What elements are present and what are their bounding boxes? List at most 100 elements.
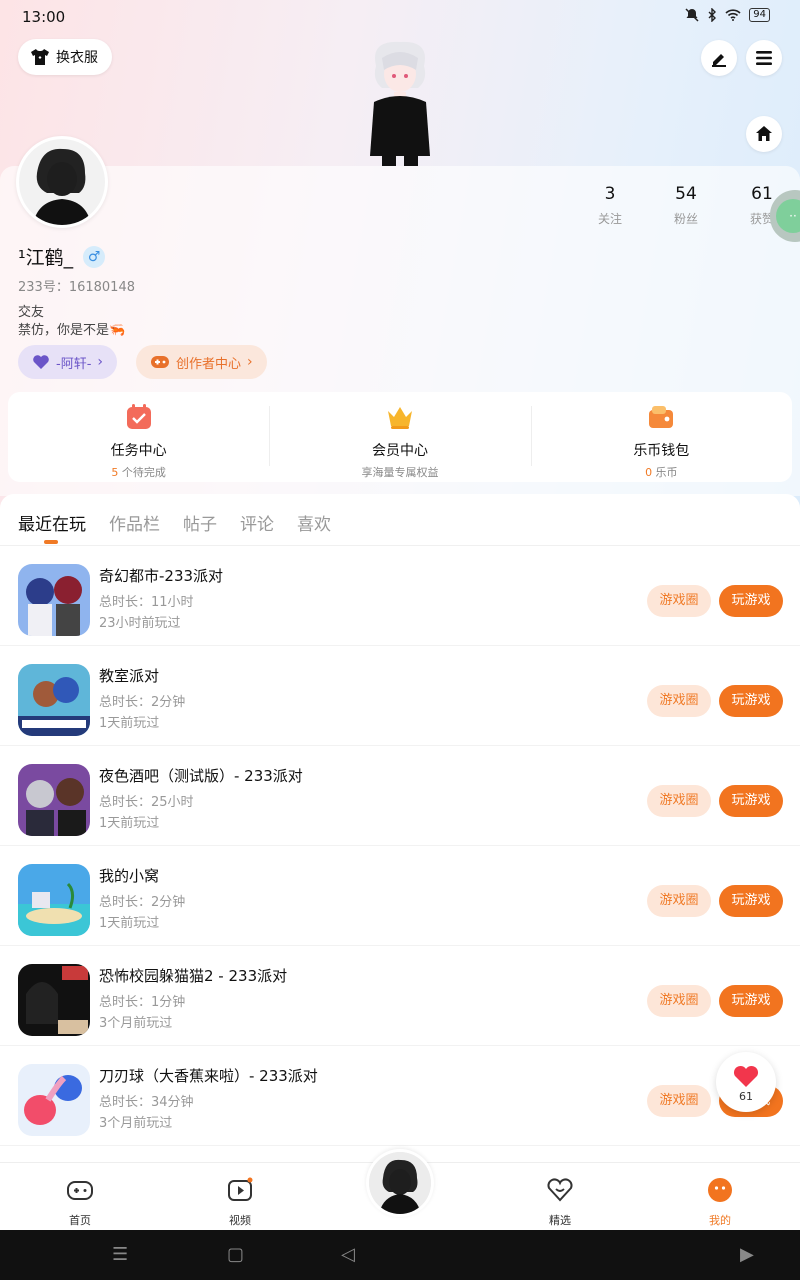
task-calendar-icon [126,404,151,429]
user-id: 233号：16180148 [18,280,135,295]
game-last-played: 1天前玩过 [99,816,160,831]
status-icons: 94 [685,8,770,22]
game-thumbnail [18,864,90,936]
crown-icon [387,407,412,429]
heart-diamond-icon [547,1178,573,1202]
nav-me-label: 我的 [709,1214,731,1227]
stat-following-value: 3 [604,184,616,204]
game-circle-button[interactable]: 游戏圈 [647,585,711,617]
creator-center-label: 创作者中心 [176,356,242,372]
play-game-button[interactable]: 玩游戏 [719,885,783,917]
game-thumbnail [18,664,90,736]
chevron-right-icon: › [97,354,103,370]
game-row[interactable]: 恐怖校园躲猫猫2 - 233派对 总时长：1分钟 3个月前玩过 游戏圈 玩游戏 [0,946,800,1046]
game-circle-button[interactable]: 游戏圈 [647,685,711,717]
heart-like-icon [733,1065,759,1087]
back-triangle-icon[interactable]: ◁ [341,1244,355,1265]
friend-tag-button[interactable]: -阿轩- › [18,345,117,379]
profile-stats: 3 关注 54 粉丝 61 获赞 [572,184,800,227]
coin-count: 0 [645,466,653,479]
game-title: 刀刃球（大香蕉来啦）- 233派对 [99,1067,318,1085]
system-navigation-bar: ☰ ▢ ◁ ▶ [0,1230,800,1280]
stat-fans-value: 54 [675,184,697,204]
game-thumbnail [18,564,90,636]
nav-me[interactable]: 我的 [680,1175,760,1228]
home-button[interactable] [746,116,782,152]
change-outfit-label: 换衣服 [56,50,98,66]
edit-profile-button[interactable] [701,40,737,76]
nav-video[interactable]: 视频 [200,1175,280,1228]
tab-posts[interactable]: 帖子 [183,510,217,535]
game-last-played: 3个月前玩过 [99,1016,173,1031]
tab-works[interactable]: 作品栏 [109,510,160,535]
stat-fans-label: 粉丝 [673,212,698,226]
game-row[interactable]: 我的小窝 总时长：2分钟 1天前玩过 游戏圈 玩游戏 [0,846,800,946]
game-duration: 总时长：2分钟 [99,895,186,910]
wallet-title: 乐币钱包 [633,443,690,459]
mute-bell-icon [685,8,699,22]
change-outfit-button[interactable]: 换衣服 [18,39,112,75]
nav-home-label: 首页 [69,1214,91,1227]
tab-likes[interactable]: 喜欢 [297,510,331,535]
game-last-played: 1天前玩过 [99,916,160,931]
game-row[interactable]: 奇幻都市-233派对 总时长：11小时 23小时前玩过 游戏圈 玩游戏 [0,546,800,646]
bio-line-1: 交友 [18,305,45,320]
game-title: 奇幻都市-233派对 [99,567,224,585]
like-count: 61 [739,1090,753,1103]
play-game-button[interactable]: 玩游戏 [719,585,783,617]
nav-avatar-center[interactable] [366,1149,434,1217]
member-center-title: 会员中心 [371,443,428,459]
play-game-button[interactable]: 玩游戏 [719,985,783,1017]
stat-fans[interactable]: 54 粉丝 [648,184,724,227]
tab-comments[interactable]: 评论 [240,510,274,535]
home-icon [756,126,772,141]
game-thumbnail [18,1064,90,1136]
menu-button[interactable] [746,40,782,76]
game-circle-button[interactable]: 游戏圈 [647,785,711,817]
home-square-icon[interactable]: ▢ [227,1244,244,1265]
bottom-navigation: 首页 视频 精选 我的 [0,1149,800,1230]
game-title: 我的小窝 [99,867,160,885]
game-duration: 总时长：11小时 [99,595,194,610]
wallet-sub: 0 乐币 [531,464,792,480]
game-circle-button[interactable]: 游戏圈 [647,885,711,917]
game-row[interactable]: 夜色酒吧（测试版）- 233派对 总时长：25小时 1天前玩过 游戏圈 玩游戏 [0,746,800,846]
game-thumbnail [18,964,90,1036]
game-last-played: 1天前玩过 [99,716,160,731]
wallet-button[interactable]: 乐币钱包 0 乐币 [530,392,792,482]
game-row[interactable]: 刀刃球（大香蕉来啦）- 233派对 总时长：34分钟 3个月前玩过 游戏圈 玩游… [0,1046,800,1146]
username-row: ¹江鹤_ ♂ [18,243,106,270]
game-thumbnail [18,764,90,836]
nav-video-label: 视频 [229,1214,251,1227]
task-center-button[interactable]: 任务中心 5 个待完成 [8,392,269,482]
status-time: 13:00 [22,8,66,26]
battery-indicator: 94 [749,8,770,22]
recent-apps-icon[interactable]: ☰ [112,1244,128,1265]
wifi-icon [725,9,741,21]
profile-avatar[interactable] [16,136,108,228]
wallet-icon [649,406,674,428]
stat-following[interactable]: 3 关注 [572,184,648,227]
bio-line-2: 禁仿，你是不是🦐 [18,323,126,338]
play-game-button[interactable]: 玩游戏 [719,685,783,717]
tab-recently-played[interactable]: 最近在玩 [18,510,86,535]
game-circle-button[interactable]: 游戏圈 [647,1085,711,1117]
task-center-title: 任务中心 [110,443,167,459]
game-last-played: 3个月前玩过 [99,1116,173,1131]
shirt-icon [31,49,49,65]
creator-center-button[interactable]: 创作者中心 › [136,345,267,379]
avatar-character[interactable] [362,36,438,166]
member-center-button[interactable]: 会员中心 享海量专属权益 [269,392,530,482]
nav-featured[interactable]: 精选 [520,1175,600,1228]
play-game-button[interactable]: 玩游戏 [719,785,783,817]
nav-avatar-image [369,1152,431,1214]
gender-male-icon: ♂ [83,245,106,268]
game-title: 教室派对 [99,667,160,685]
expand-arrow-icon[interactable]: ▶ [740,1244,754,1265]
game-row[interactable]: 教室派对 总时长：2分钟 1天前玩过 游戏圈 玩游戏 [0,646,800,746]
game-duration: 总时长：34分钟 [99,1095,194,1110]
floating-like-button[interactable]: 61 [716,1052,776,1112]
nav-home[interactable]: 首页 [40,1175,120,1228]
avatar-image [19,139,105,225]
game-circle-button[interactable]: 游戏圈 [647,985,711,1017]
